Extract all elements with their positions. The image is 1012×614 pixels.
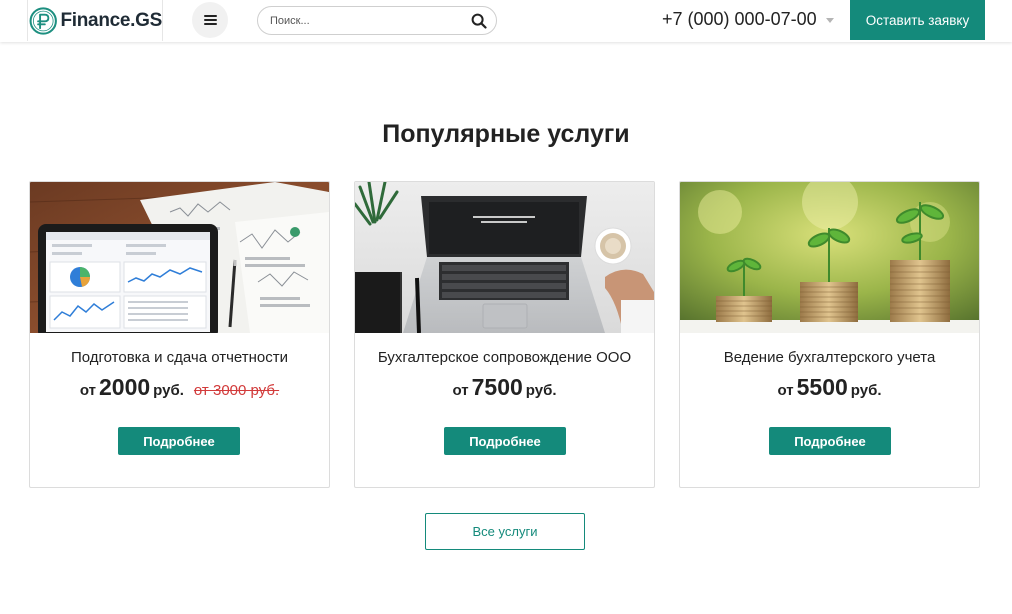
phone-number[interactable]: +7 (000) 000-07-00 xyxy=(662,9,817,30)
ruble-logo-icon xyxy=(29,6,57,35)
service-price: от 5500 руб. xyxy=(680,374,979,401)
service-price: от 7500 руб. xyxy=(355,374,654,401)
service-card: Ведение бухгалтерского учета от 5500 руб. … xyxy=(679,181,980,488)
price-prefix: от xyxy=(79,382,96,399)
price-amount: 7500 xyxy=(471,374,523,400)
all-services-button[interactable]: Все услуги xyxy=(425,513,585,550)
price-unit: руб. xyxy=(525,382,557,399)
service-card: Бухгалтерское сопровождение ООО от 7500 ру… xyxy=(354,181,655,488)
service-title: Ведение бухгалтерского учета xyxy=(723,349,936,366)
price-unit: руб. xyxy=(153,382,184,399)
service-price: от 2000 руб. от 3000 руб. xyxy=(30,374,329,401)
price-unit: руб. xyxy=(850,382,882,399)
chevron-down-icon[interactable] xyxy=(826,18,834,23)
details-button[interactable]: Подробнее xyxy=(444,427,566,455)
section-title: Популярные услуги xyxy=(382,120,630,148)
details-button[interactable]: Подробнее xyxy=(769,427,891,455)
request-button[interactable]: Оставить заявку xyxy=(850,0,985,40)
price-amount: 2000 xyxy=(99,374,151,400)
search-input[interactable] xyxy=(270,7,465,34)
logo[interactable]: Finance.GS xyxy=(27,0,163,41)
search-box xyxy=(257,6,497,35)
service-image-accounting-support[interactable] xyxy=(355,182,654,333)
service-image-bookkeeping[interactable] xyxy=(680,182,979,333)
laptop-coffee-image xyxy=(355,182,654,333)
coins-sprouts-image xyxy=(680,182,979,333)
price-prefix: от xyxy=(777,382,794,399)
logo-text: Finance.GS xyxy=(60,9,162,31)
old-price: от 3000 руб. xyxy=(193,382,280,399)
details-button[interactable]: Подробнее xyxy=(118,427,240,455)
service-image-reports[interactable] xyxy=(30,182,329,333)
search-icon[interactable] xyxy=(471,13,487,29)
tablet-charts-image xyxy=(30,182,329,333)
price-prefix: от xyxy=(452,382,469,399)
site-header: Finance.GS +7 (000) 000-07-00 Оставить з… xyxy=(0,0,1012,42)
hamburger-icon xyxy=(203,14,217,26)
service-card: Подготовка и сдача отчетности от 2000 руб.… xyxy=(29,181,330,488)
menu-button[interactable] xyxy=(192,2,228,38)
service-title: Бухгалтерское сопровождение ООО xyxy=(377,349,632,366)
price-amount: 5500 xyxy=(796,374,848,400)
service-title: Подготовка и сдача отчетности xyxy=(70,349,289,366)
